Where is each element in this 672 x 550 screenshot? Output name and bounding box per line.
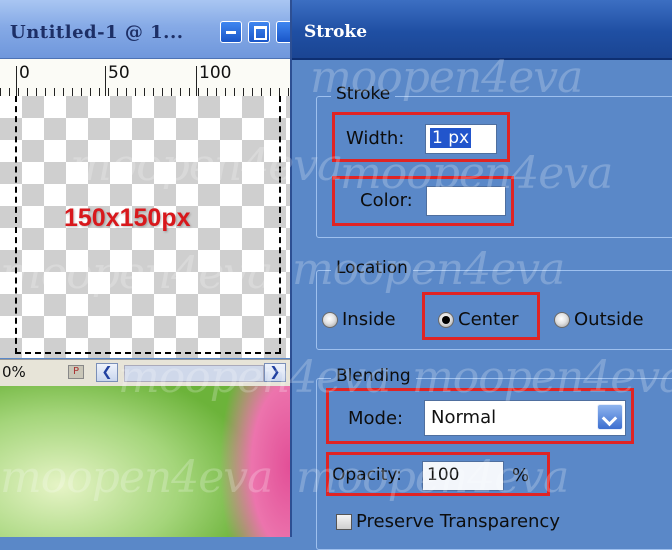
ruler-label: 100 bbox=[199, 63, 232, 83]
width-input[interactable]: 1 px bbox=[425, 124, 497, 154]
canvas-size-label: 150x150px bbox=[64, 204, 191, 232]
inside-radio[interactable] bbox=[322, 312, 338, 328]
mode-select[interactable]: Normal bbox=[424, 400, 626, 436]
ruler-label: 50 bbox=[108, 63, 130, 83]
horizontal-ruler: 0 50 100 bbox=[0, 59, 290, 97]
transparent-canvas[interactable]: 150x150px bbox=[0, 96, 290, 358]
color-label: Color: bbox=[360, 190, 413, 211]
scroll-right-button[interactable]: ❯ bbox=[264, 363, 286, 382]
dialog-titlebar[interactable]: Stroke bbox=[292, 0, 672, 60]
chevron-right-icon: ❯ bbox=[269, 365, 281, 380]
preserve-transparency-label[interactable]: Preserve Transparency bbox=[356, 511, 560, 532]
width-label: Width: bbox=[346, 128, 405, 149]
dialog-title: Stroke bbox=[304, 22, 368, 42]
ruler-major-tick bbox=[16, 66, 17, 96]
color-swatch[interactable] bbox=[426, 186, 506, 216]
ruler-major-tick bbox=[196, 66, 197, 96]
ruler-major-tick bbox=[105, 66, 106, 96]
outside-label[interactable]: Outside bbox=[574, 309, 644, 330]
ruler-label: 0 bbox=[19, 63, 30, 83]
ruler-ticks bbox=[0, 88, 290, 96]
document-titlebar[interactable]: Untitled-1 @ 1... bbox=[0, 0, 290, 59]
status-icon[interactable]: P bbox=[68, 365, 84, 379]
chevron-down-icon[interactable] bbox=[597, 404, 623, 430]
outside-radio[interactable] bbox=[554, 312, 570, 328]
stroke-group-label: Stroke bbox=[331, 84, 396, 104]
center-label[interactable]: Center bbox=[458, 309, 519, 330]
minimize-icon bbox=[226, 31, 236, 34]
preserve-transparency-checkbox[interactable] bbox=[336, 514, 352, 530]
opacity-unit: % bbox=[512, 465, 530, 486]
document-statusbar: 0% P ❮ ❯ bbox=[0, 359, 290, 387]
opacity-value: 100 bbox=[427, 465, 460, 485]
width-value: 1 px bbox=[430, 128, 472, 148]
scroll-left-button[interactable]: ❮ bbox=[96, 363, 118, 382]
horizontal-scrollbar[interactable] bbox=[124, 365, 264, 382]
maximize-button[interactable] bbox=[248, 21, 270, 43]
document-title: Untitled-1 @ 1... bbox=[10, 22, 184, 43]
blending-group-label: Blending bbox=[331, 366, 416, 386]
minimize-button[interactable] bbox=[220, 21, 242, 43]
opacity-input[interactable]: 100 bbox=[422, 461, 504, 491]
document-window: Untitled-1 @ 1... 0 50 100 150x150px 0% … bbox=[0, 0, 290, 537]
maximize-icon bbox=[254, 26, 267, 40]
chevron-left-icon: ❮ bbox=[101, 365, 113, 380]
inside-label[interactable]: Inside bbox=[342, 309, 396, 330]
zoom-level: 0% bbox=[2, 363, 26, 381]
close-button[interactable] bbox=[276, 21, 290, 43]
background-photo bbox=[0, 386, 290, 537]
center-radio[interactable] bbox=[438, 312, 454, 328]
location-group-label: Location bbox=[331, 258, 413, 278]
mode-label: Mode: bbox=[348, 408, 404, 429]
stroke-dialog: Stroke Stroke Width: 1 px Color: Locatio… bbox=[290, 0, 672, 550]
opacity-label: Opacity: bbox=[332, 465, 402, 485]
mode-value: Normal bbox=[431, 407, 497, 428]
